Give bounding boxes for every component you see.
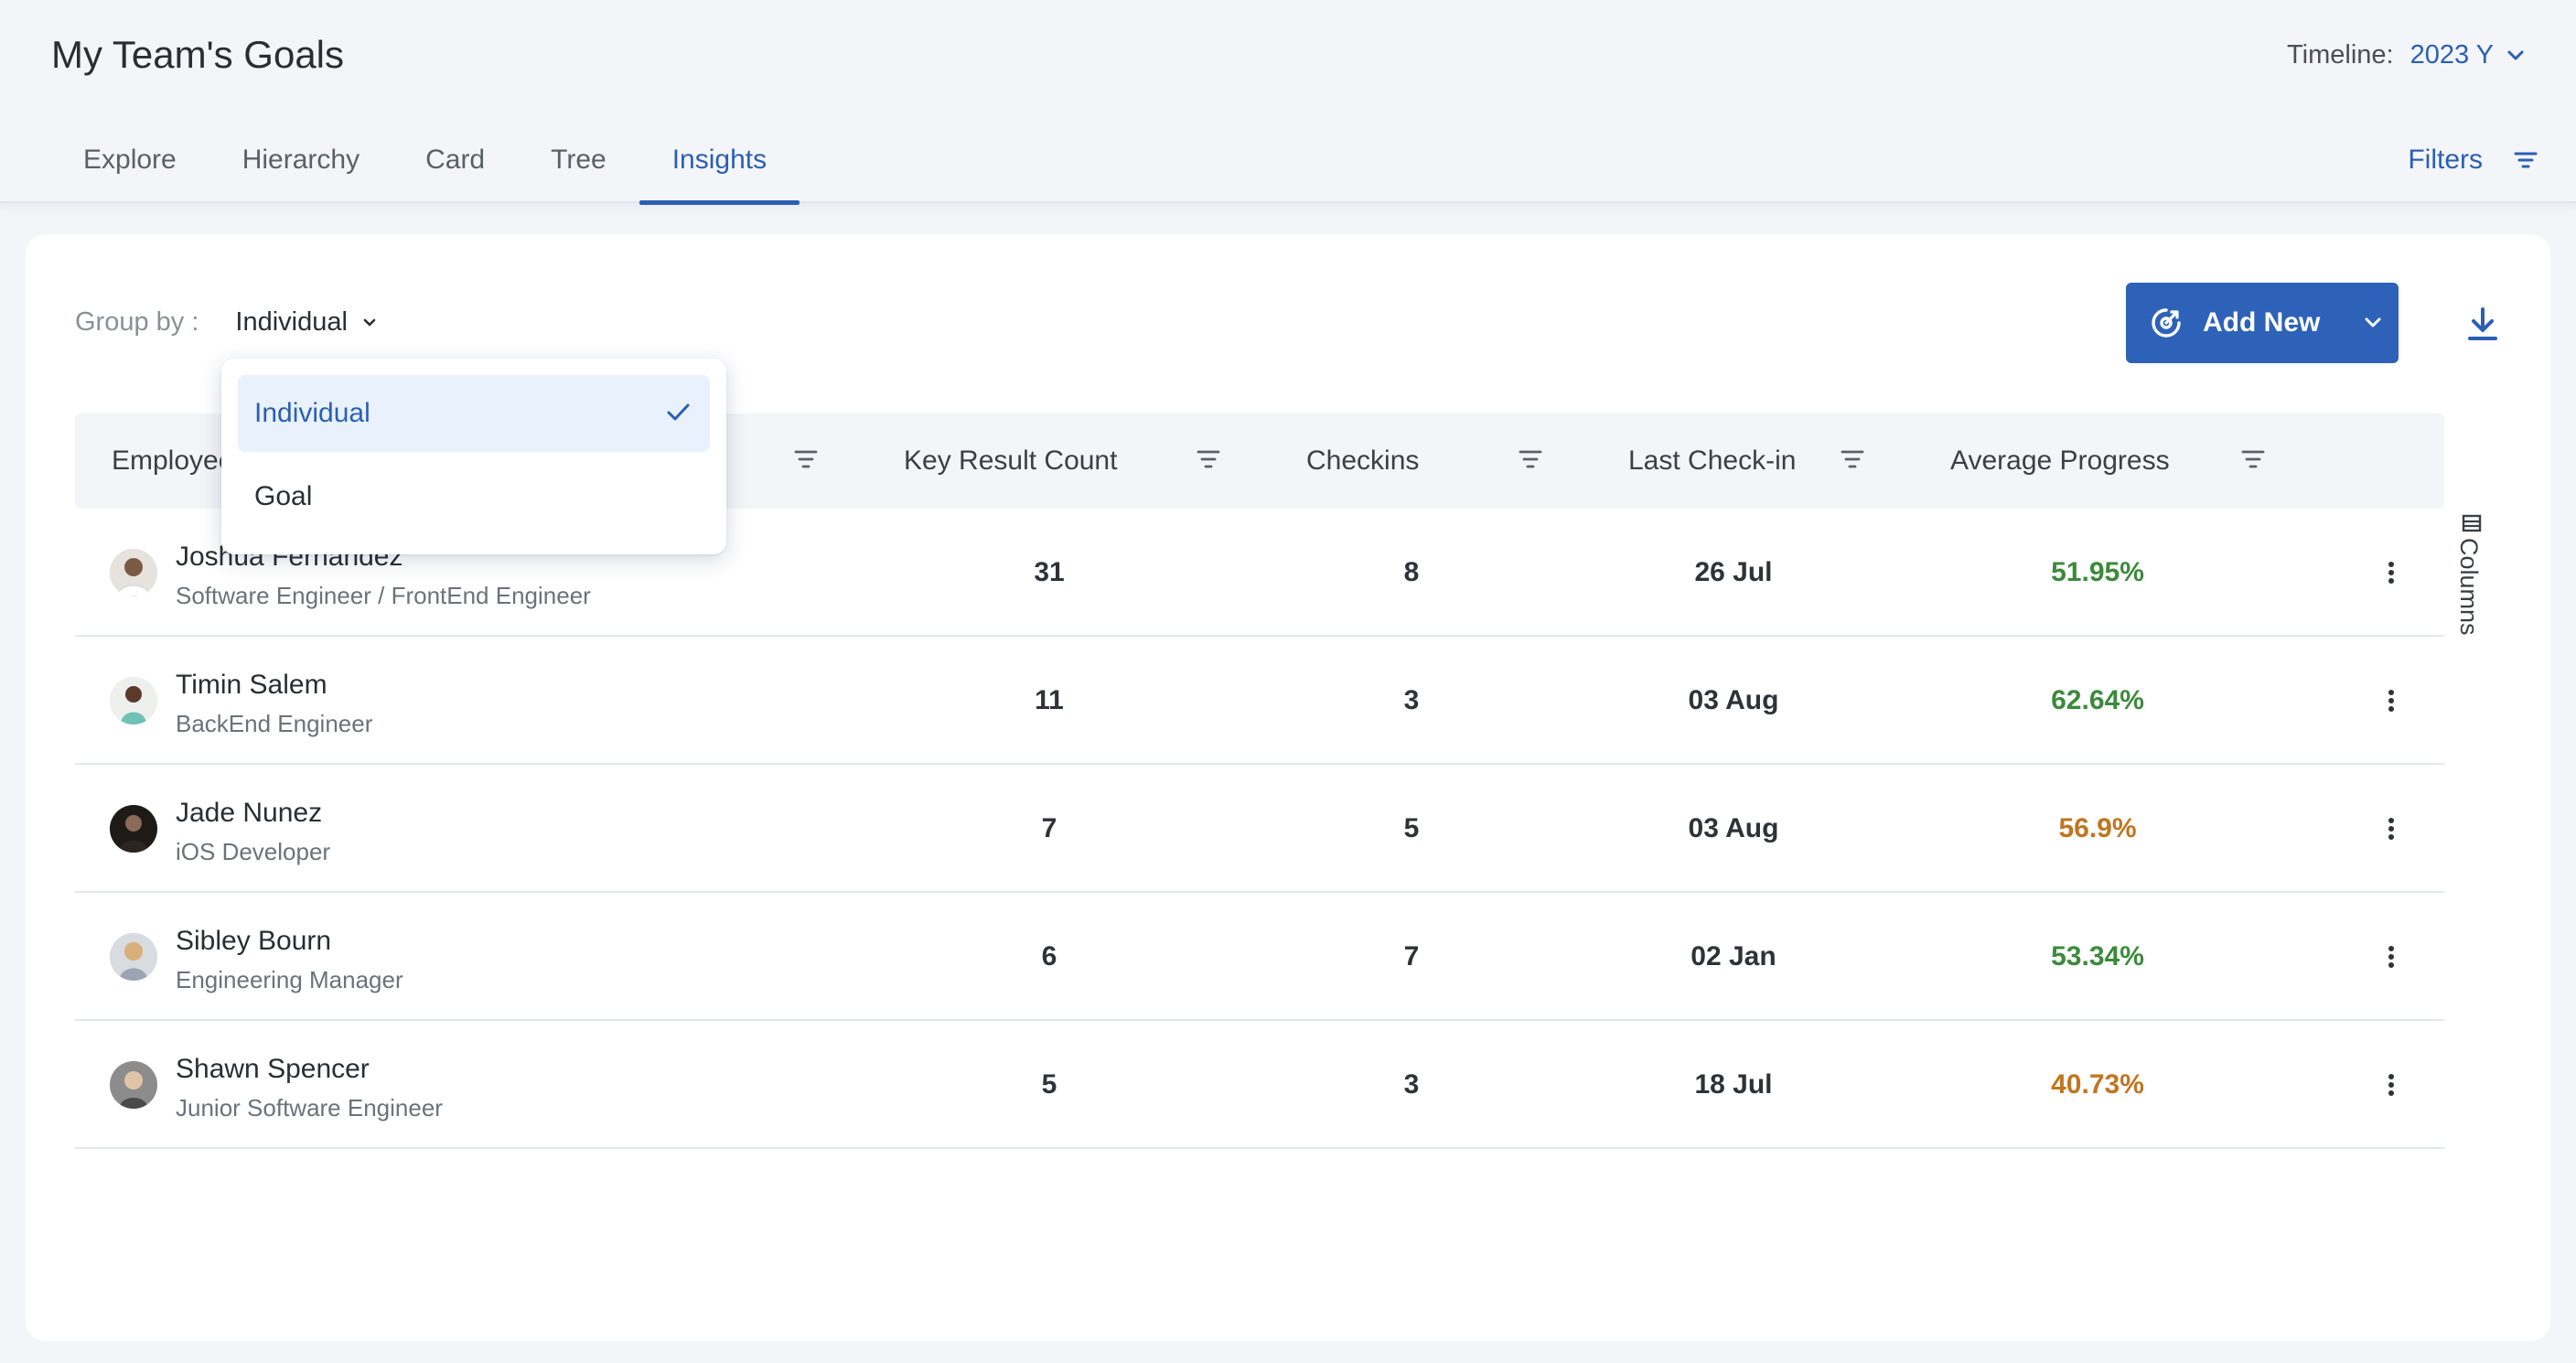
tab-insights[interactable]: Insights xyxy=(639,137,800,205)
last-checkin-date: 18 Jul xyxy=(1694,1069,1773,1100)
last-checkin-date: 02 Jan xyxy=(1690,941,1776,971)
more-options-icon[interactable] xyxy=(2375,684,2408,717)
employee-role: Junior Software Engineer xyxy=(176,1094,443,1122)
filter-icon[interactable] xyxy=(1197,448,1220,470)
table-row[interactable]: Sibley Bourn Engineering Manager 6 7 02 … xyxy=(75,893,2444,1021)
filter-icon[interactable] xyxy=(1841,448,1864,470)
filter-icon[interactable] xyxy=(794,448,818,470)
view-tabs: Explore Hierarchy Card Tree Insights xyxy=(51,137,800,205)
column-header-key-result-count: Key Result Count xyxy=(904,445,1118,476)
filter-icon[interactable] xyxy=(2241,448,2265,470)
page-title: My Team's Goals xyxy=(51,33,345,76)
last-checkin-date: 03 Aug xyxy=(1688,685,1779,715)
average-progress: 56.9% xyxy=(2058,813,2137,843)
group-by-value: Individual xyxy=(235,307,348,337)
employee-role: Software Engineer / FrontEnd Engineer xyxy=(176,582,591,609)
filter-icon xyxy=(2514,152,2538,168)
average-progress: 53.34% xyxy=(2051,941,2144,971)
table-row[interactable]: Shawn Spencer Junior Software Engineer 5… xyxy=(75,1021,2444,1149)
avatar xyxy=(110,805,157,853)
check-icon xyxy=(667,403,690,421)
dropdown-option-goal[interactable]: Goal xyxy=(238,465,710,529)
employee-name[interactable]: Jade Nunez xyxy=(176,798,322,829)
employee-name[interactable]: Shawn Spencer xyxy=(176,1054,370,1085)
checkins-count: 3 xyxy=(1403,1069,1420,1100)
target-icon xyxy=(2152,308,2181,338)
more-options-icon[interactable] xyxy=(2375,556,2408,589)
key-result-count: 11 xyxy=(1035,685,1064,715)
columns-icon xyxy=(2462,514,2482,532)
filters-button[interactable]: Filters xyxy=(2408,145,2538,176)
more-options-icon[interactable] xyxy=(2375,812,2408,845)
chevron-down-icon xyxy=(363,318,376,326)
more-options-icon[interactable] xyxy=(2375,1068,2408,1101)
checkins-count: 8 xyxy=(1403,557,1420,587)
group-by-control: Group by : Individual xyxy=(75,307,377,338)
avatar xyxy=(110,677,157,724)
group-by-select[interactable]: Individual xyxy=(235,307,377,338)
timeline-value: 2023 Y xyxy=(2410,40,2494,70)
employee-role: iOS Developer xyxy=(176,838,331,865)
more-options-icon[interactable] xyxy=(2375,940,2408,973)
filters-label: Filters xyxy=(2408,145,2483,175)
group-by-label: Group by : xyxy=(75,307,199,337)
key-result-count: 31 xyxy=(1034,557,1065,587)
timeline-dropdown[interactable]: 2023 Y xyxy=(2410,40,2525,70)
tab-card[interactable]: Card xyxy=(392,137,518,203)
tab-explore[interactable]: Explore xyxy=(51,137,209,203)
column-header-checkins: Checkins xyxy=(1306,445,1420,476)
average-progress: 51.95% xyxy=(2051,557,2144,587)
avatar xyxy=(110,1061,157,1109)
last-checkin-date: 26 Jul xyxy=(1694,557,1773,587)
key-result-count: 6 xyxy=(1041,941,1057,971)
average-progress: 40.73% xyxy=(2051,1069,2144,1100)
columns-label: Columns xyxy=(2455,538,2483,636)
last-checkin-date: 03 Aug xyxy=(1688,813,1779,843)
dropdown-option-individual[interactable]: Individual xyxy=(238,375,710,452)
group-by-dropdown-menu: Individual Goal xyxy=(221,359,726,554)
avatar xyxy=(110,933,157,981)
checkins-count: 3 xyxy=(1403,685,1420,715)
employee-name[interactable]: Sibley Bourn xyxy=(176,926,331,957)
download-icon[interactable] xyxy=(2463,304,2503,344)
checkins-count: 5 xyxy=(1403,813,1420,843)
tab-tree[interactable]: Tree xyxy=(518,137,639,203)
employee-name[interactable]: Timin Salem xyxy=(176,670,327,701)
add-new-button[interactable]: Add New xyxy=(2126,283,2399,363)
avatar xyxy=(110,549,157,596)
chevron-down-icon xyxy=(2507,50,2524,59)
employee-role: BackEnd Engineer xyxy=(176,710,373,737)
column-header-last-checkin: Last Check-in xyxy=(1628,445,1797,476)
columns-toggle[interactable]: Columns xyxy=(2455,503,2501,640)
page-header: My Team's Goals Timeline: 2023 Y Explore… xyxy=(0,0,2576,205)
column-header-average-progress: Average Progress xyxy=(1950,445,2170,476)
key-result-count: 5 xyxy=(1041,1069,1057,1100)
checkins-count: 7 xyxy=(1403,941,1420,971)
chevron-down-icon[interactable] xyxy=(2364,317,2382,329)
timeline-label: Timeline: xyxy=(2287,40,2394,70)
table-row[interactable]: Jade Nunez iOS Developer 7 5 03 Aug 56.9… xyxy=(75,765,2444,893)
table-row[interactable]: Timin Salem BackEnd Engineer 11 3 03 Aug… xyxy=(75,637,2444,765)
filter-icon[interactable] xyxy=(1519,448,1542,470)
tab-hierarchy[interactable]: Hierarchy xyxy=(209,137,392,203)
employee-role: Engineering Manager xyxy=(176,966,403,993)
timeline-selector: Timeline: 2023 Y xyxy=(2287,40,2525,70)
key-result-count: 7 xyxy=(1041,813,1057,843)
add-new-label: Add New xyxy=(2203,307,2321,338)
average-progress: 62.64% xyxy=(2051,685,2144,715)
column-header-employee: Employee xyxy=(112,445,234,476)
